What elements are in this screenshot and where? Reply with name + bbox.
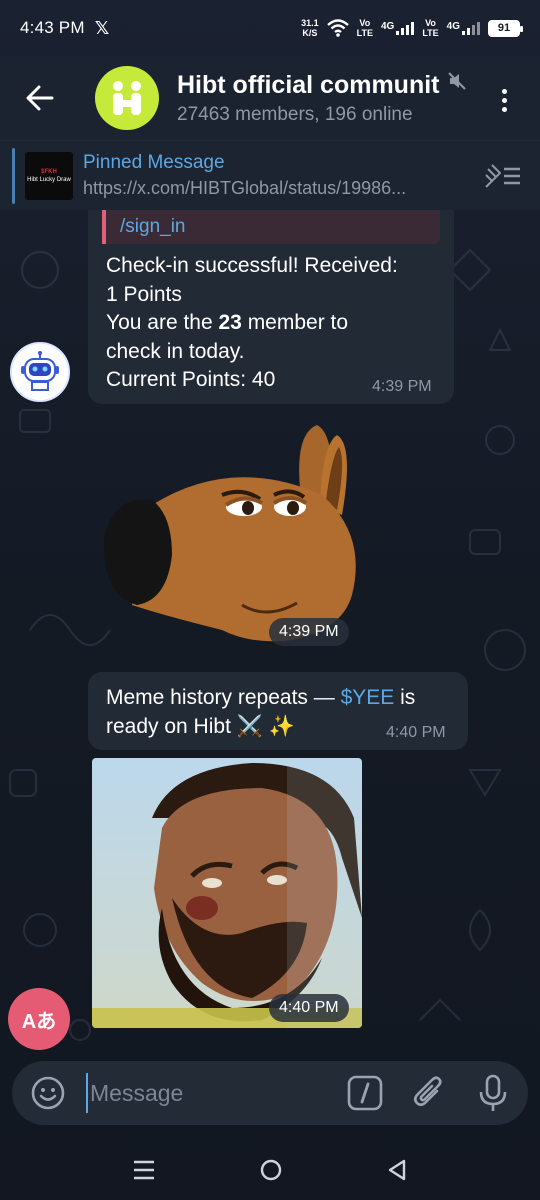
chat-subtitle: 27463 members, 196 online [177,103,413,125]
volte-2-top: Vo [425,18,436,28]
message-time: 4:39 PM [372,378,432,395]
pinned-url: https://x.com/HIBTGlobal/status/19986... [83,178,407,198]
chat-header: Hibt official communit 27463 members, 19… [0,56,540,140]
message-text: Check-in successful! Received: 1 Points … [106,252,446,395]
pinned-title: Pinned Message [83,152,225,173]
message-time: 4:40 PM [386,724,446,741]
volte-indicator-1: Vo LTE [357,18,373,38]
message-line: You are the 23 member to [106,309,446,338]
robot-icon [21,351,59,391]
pinned-message-bar[interactable]: $FKH Hibt Lucky Draw Pinned Message http… [0,140,540,210]
signal-1: 4G [380,21,415,35]
paperclip-icon[interactable] [410,1074,448,1112]
home-icon[interactable] [259,1158,283,1182]
signal-bars-2-icon [462,21,480,35]
battery-level: 91 [490,21,518,35]
message-text-segment: is [394,686,416,709]
chat-title-text: Hibt official communit [177,70,440,99]
translate-button[interactable]: Aあ [8,988,70,1050]
signal-2: 4G [447,21,480,35]
pinned-thumb-line1: $FKH [41,168,57,175]
telegram-chat-screen: 4:43 PM 𝕏 31.1 K/S Vo LTE 4G Vo LTE 4G 9… [0,0,540,1200]
battery-icon: 91 [488,19,523,37]
message-text-segment: member to [241,311,349,334]
message-input[interactable] [86,1073,316,1113]
arrow-left-icon [26,85,54,111]
network-speed-value: 31.1 [301,18,319,28]
member-rank: 23 [218,311,242,334]
recents-icon[interactable] [132,1159,156,1181]
status-indicators: 31.1 K/S Vo LTE 4G Vo LTE 4G 91 [301,18,523,38]
mute-icon [448,72,466,90]
x-app-icon: 𝕏 [94,17,110,38]
message-line: Meme history repeats — $YEE is [106,684,466,713]
message-bubble-meme[interactable]: Meme history repeats — $YEE is ready on … [88,672,468,750]
pin-list-icon [485,164,520,188]
group-avatar[interactable] [95,66,159,130]
chat-title: Hibt official communit [177,71,467,100]
reply-quote[interactable]: /sign_in [102,210,440,244]
signal-bars-1-icon [396,21,415,35]
system-nav-bar [0,1140,540,1200]
volte-indicator-2: Vo LTE [422,18,438,38]
chat-title-block[interactable]: Hibt official communit 27463 members, 19… [177,71,467,126]
back-nav-icon[interactable] [386,1158,408,1182]
bot-commands-icon[interactable] [347,1075,383,1111]
message-text-segment: You are the [106,311,219,334]
emoji-icon[interactable] [30,1075,66,1111]
message-line: check in today. [106,339,245,363]
photo-time: 4:40 PM [269,994,349,1022]
microphone-icon[interactable] [474,1073,512,1113]
volte-1-bottom: LTE [356,28,373,38]
network-type-1: 4G [380,21,395,32]
volte-1-top: Vo [359,18,371,28]
volte-2-bottom: LTE [422,28,439,38]
message-input-bar [12,1061,528,1125]
network-speed: 31.1 K/S [301,18,319,38]
pinned-text: Pinned Message https://x.com/HIBTGlobal/… [83,152,473,199]
network-speed-unit: K/S [302,28,318,38]
message-bubble-checkin[interactable]: /sign_in Check-in successful! Received: … [88,210,454,404]
back-button[interactable] [0,56,80,140]
pinned-thumbnail: $FKH Hibt Lucky Draw [25,151,73,200]
meme-photo-image [92,758,362,1028]
pinned-indicator [12,147,15,204]
hibt-logo-icon [113,81,141,115]
pinned-list-button[interactable] [484,161,522,196]
dog-sticker-image [103,425,356,642]
more-options-button[interactable] [486,82,522,118]
bot-avatar[interactable] [10,342,70,402]
status-time: 4:43 PM [20,18,85,37]
message-line: Check-in successful! Received: [106,254,398,277]
message-line: 1 Points [106,282,182,306]
message-text-segment: Meme history repeats — [106,686,341,709]
network-type-2: 4G [446,21,460,32]
wifi-icon [326,19,349,37]
sticker-dog[interactable]: 4:39 PM [92,415,362,650]
ticker-link[interactable]: $YEE [341,686,395,709]
photo-meme[interactable]: 4:40 PM [92,758,362,1028]
reply-command: /sign_in [120,216,186,237]
sticker-time: 4:39 PM [269,618,349,646]
pinned-thumb-line2: Hibt Lucky Draw [27,176,71,183]
status-bar: 4:43 PM 𝕏 31.1 K/S Vo LTE 4G Vo LTE 4G 9… [0,0,540,56]
